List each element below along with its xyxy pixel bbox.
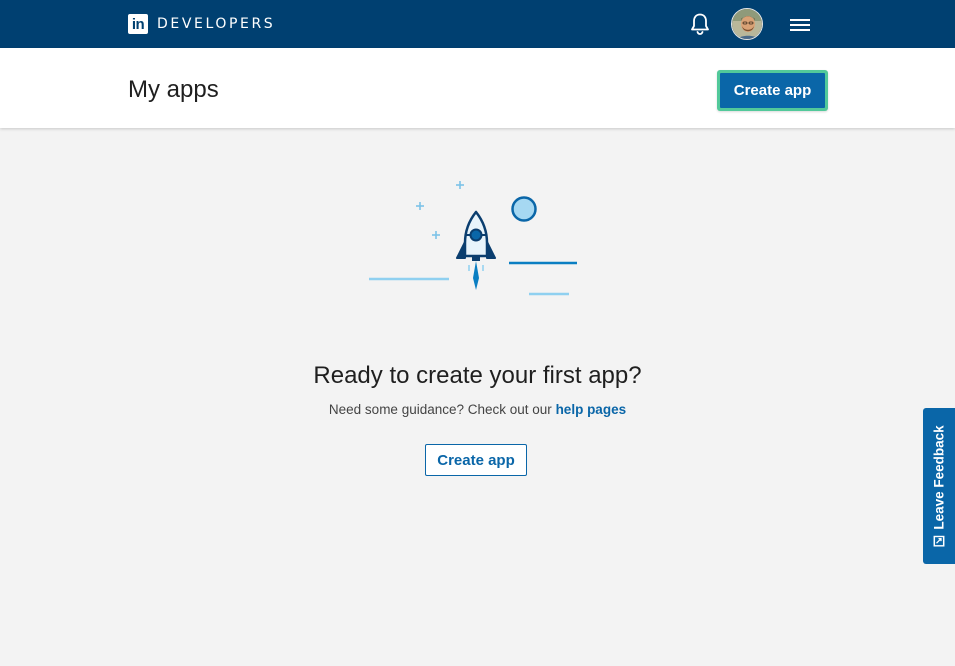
leave-feedback-label: Leave Feedback (931, 425, 947, 530)
empty-state-title: Ready to create your first app? (313, 362, 642, 389)
page-header: My apps Create app (0, 48, 955, 128)
top-nav: in DEVELOPERS (0, 0, 955, 48)
moon-icon (511, 196, 537, 222)
brand[interactable]: in DEVELOPERS (128, 14, 275, 34)
leave-feedback-tab[interactable]: Leave Feedback (923, 408, 955, 564)
avatar[interactable] (731, 8, 763, 40)
avatar-image (732, 9, 762, 39)
sparkle-plus-icon (416, 181, 464, 239)
create-app-button-secondary[interactable]: Create app (425, 444, 527, 476)
empty-state-subtitle-text: Need some guidance? Check out our (328, 402, 552, 417)
help-pages-link[interactable]: help pages (556, 402, 627, 417)
leave-feedback-content: Leave Feedback (931, 425, 947, 547)
bell-icon[interactable] (689, 12, 711, 36)
page-title: My apps (128, 76, 219, 103)
linkedin-logo[interactable]: in (128, 14, 148, 34)
empty-state-subtitle: Need some guidance? Check out our help p… (0, 402, 955, 417)
feedback-icon (933, 535, 945, 547)
rocket-illustration (369, 181, 577, 296)
rocket-icon (456, 210, 496, 290)
create-app-button-highlight: Create app (717, 70, 828, 111)
hamburger-menu-icon[interactable] (789, 16, 811, 34)
brand-text[interactable]: DEVELOPERS (157, 16, 275, 32)
create-app-button[interactable]: Create app (720, 73, 825, 108)
